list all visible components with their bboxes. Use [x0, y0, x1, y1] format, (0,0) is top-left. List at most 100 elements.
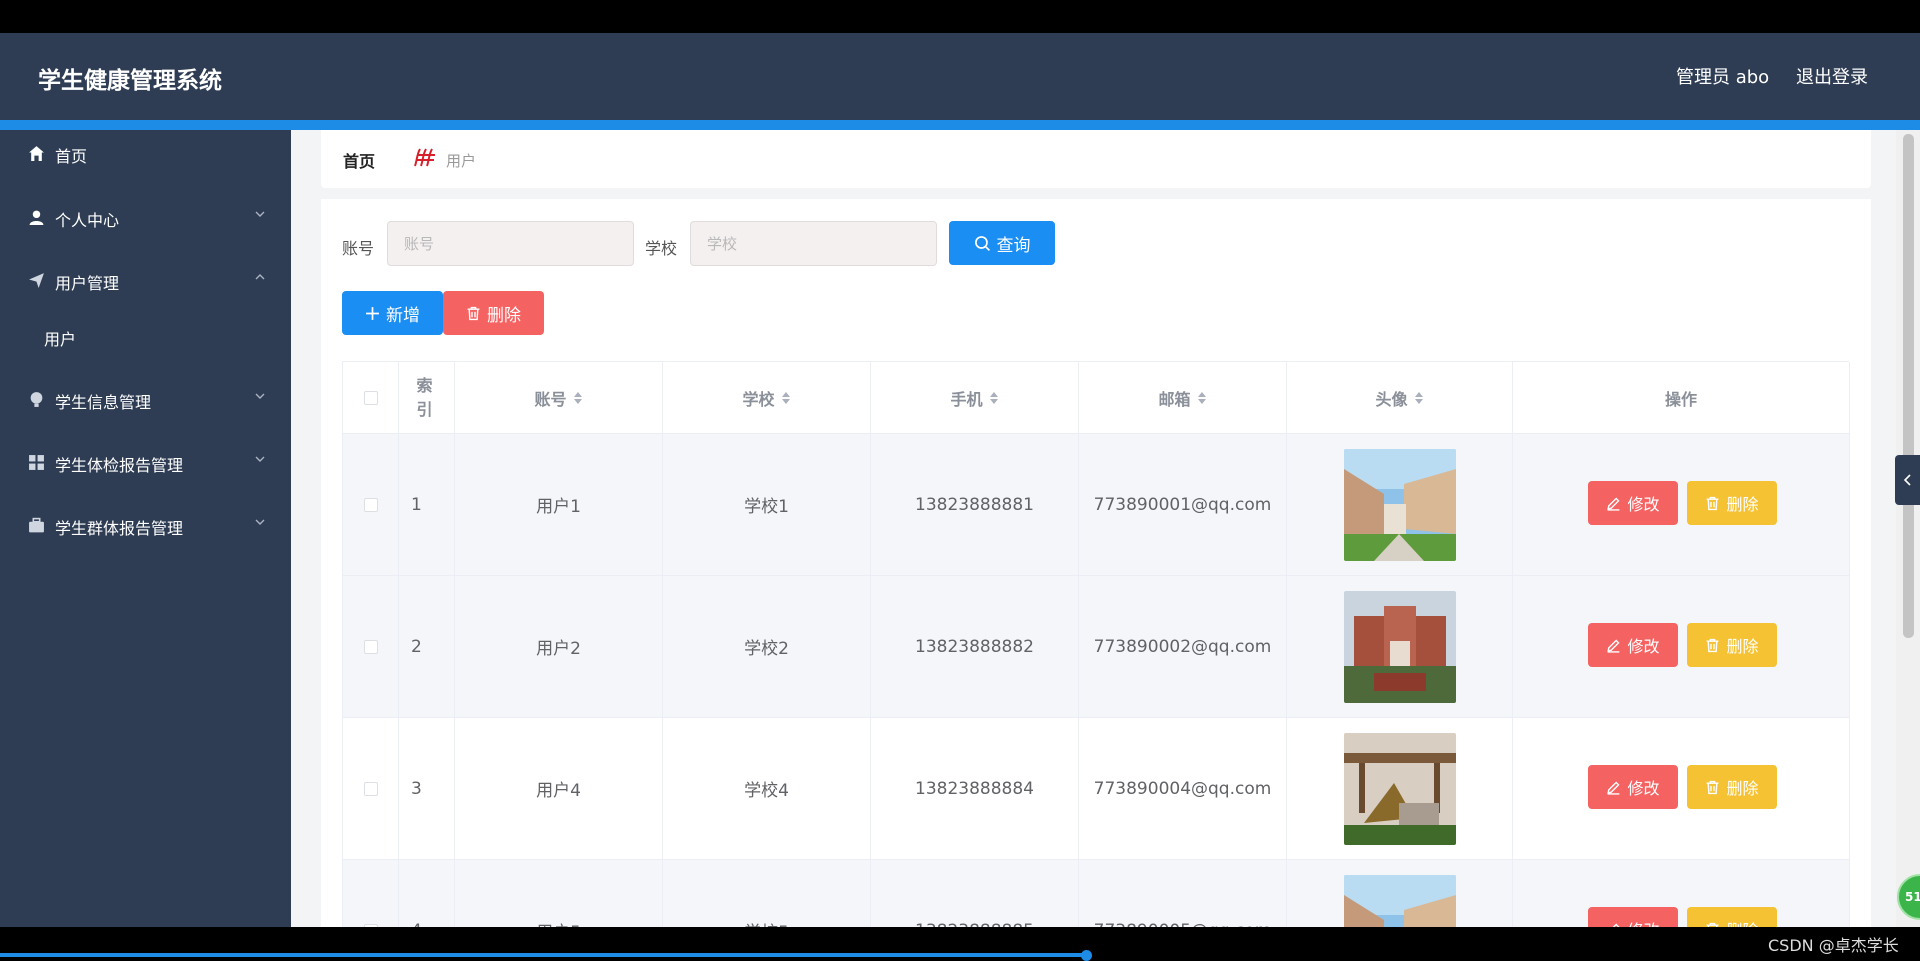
sidebar-item-label: 学生体检报告管理 [55, 456, 184, 475]
edit-button-label: 修改 [1627, 495, 1660, 514]
sort-icon[interactable] [573, 391, 583, 405]
sort-icon[interactable] [1414, 391, 1424, 405]
phone-cell: 13823888882 [871, 576, 1079, 718]
sidebar-item-label: 用户管理 [55, 274, 120, 293]
table-row: 3 用户4 学校4 13823888884 773890004@qq.com 修… [343, 718, 1850, 860]
collapse-panel-tab[interactable] [1895, 455, 1920, 505]
add-button[interactable]: 新增 [342, 291, 443, 335]
header-accent-bar [0, 120, 1920, 130]
breadcrumb: 首页 用户 [321, 130, 1871, 188]
batch-delete-button[interactable]: 删除 [443, 291, 544, 335]
avatar[interactable] [1343, 874, 1456, 928]
edit-button[interactable]: 修改 [1588, 765, 1678, 809]
page-scrollbar-thumb[interactable] [1903, 134, 1914, 638]
edit-button[interactable]: 修改 [1588, 623, 1678, 667]
account-cell: 用户4 [455, 718, 663, 860]
email-cell: 773890005@qq.com [1079, 860, 1287, 927]
chevron-down-icon [255, 211, 265, 217]
school-cell: 学校1 [663, 434, 871, 576]
search-button[interactable]: 查询 [949, 221, 1055, 265]
sidebar-item-label: 学生信息管理 [55, 393, 152, 412]
delete-button-label: 删除 [1726, 637, 1759, 656]
school-input[interactable] [690, 221, 937, 266]
sidebar-item-label: 学生群体报告管理 [55, 519, 184, 538]
sidebar-item-health-report[interactable]: 学生体检报告管理 [0, 439, 291, 489]
sidebar-item-group-report[interactable]: 学生群体报告管理 [0, 502, 291, 552]
school-cell: 学校4 [663, 718, 871, 860]
send-icon [29, 273, 44, 288]
account-label: 账号 [342, 239, 375, 258]
sort-icon[interactable] [1197, 391, 1207, 405]
header-avatar[interactable]: 头像 [1287, 362, 1513, 434]
delete-button[interactable]: 删除 [1687, 765, 1777, 809]
avatar[interactable] [1343, 590, 1456, 703]
video-progress-handle[interactable] [1081, 950, 1092, 961]
account-input[interactable] [387, 221, 634, 266]
grid-icon [29, 455, 44, 470]
app-header: 学生健康管理系统 管理员 abo 退出登录 [0, 33, 1920, 120]
sidebar-item-label: 首页 [55, 147, 88, 166]
add-button-label: 新增 [386, 305, 420, 326]
header-phone[interactable]: 手机 [871, 362, 1079, 434]
sidebar-item-personal-center[interactable]: 个人中心 [0, 194, 291, 244]
video-progress-bar[interactable] [0, 953, 1087, 957]
chevron-down-icon [255, 393, 265, 399]
header-school[interactable]: 学校 [663, 362, 871, 434]
delete-button[interactable]: 删除 [1687, 481, 1777, 525]
row-checkbox[interactable] [363, 639, 378, 654]
trash-icon [1707, 638, 1719, 652]
account-cell: 用户2 [455, 576, 663, 718]
chevron-left-icon [1903, 474, 1911, 486]
chevron-up-icon [255, 274, 265, 280]
breadcrumb-home[interactable]: 首页 [343, 148, 375, 172]
sort-icon[interactable] [989, 391, 999, 405]
trash-icon [1707, 780, 1719, 794]
sidebar-subitem-label: 用户 [44, 330, 77, 349]
header-actions-label: 操作 [1664, 389, 1697, 409]
index-cell: 2 [399, 576, 455, 718]
header-index: 索引 [399, 362, 455, 434]
plus-icon [366, 306, 379, 320]
sidebar-item-student-info[interactable]: 学生信息管理 [0, 376, 291, 426]
edit-button-label: 修改 [1627, 917, 1659, 927]
breadcrumb-separator-icon [414, 148, 435, 167]
avatar[interactable] [1343, 732, 1456, 845]
row-checkbox[interactable] [363, 781, 378, 796]
sidebar-item-home[interactable]: 首页 [0, 130, 291, 180]
avatar-cell [1287, 576, 1513, 718]
edit-button[interactable]: 修改 [1588, 907, 1678, 927]
index-cell: 4 [399, 860, 455, 927]
edit-button-label: 修改 [1627, 779, 1660, 798]
account-cell: 用户1 [455, 434, 663, 576]
row-checkbox[interactable] [363, 497, 378, 512]
logout-link[interactable]: 退出登录 [1796, 63, 1868, 89]
header-phone-label: 手机 [950, 389, 983, 409]
header-account-label: 账号 [534, 389, 567, 409]
search-button-label: 查询 [996, 235, 1031, 256]
sidebar-item-user-management[interactable]: 用户管理 [0, 257, 291, 307]
sidebar-subitem-users[interactable]: 用户 [0, 312, 291, 362]
edit-button[interactable]: 修改 [1588, 481, 1678, 525]
phone-cell: 13823888881 [871, 434, 1079, 576]
edit-icon [1607, 780, 1621, 795]
header-email[interactable]: 邮箱 [1079, 362, 1287, 434]
sort-icon[interactable] [781, 391, 791, 405]
select-all-checkbox[interactable] [363, 390, 378, 405]
avatar[interactable] [1343, 448, 1456, 561]
delete-button[interactable]: 删除 [1687, 907, 1777, 927]
delete-button[interactable]: 删除 [1687, 623, 1777, 667]
email-cell: 773890002@qq.com [1079, 576, 1287, 718]
header-index-label: 索引 [416, 375, 433, 419]
school-cell: 学校2 [663, 576, 871, 718]
delete-button-label: 删除 [1726, 779, 1759, 798]
avatar-cell [1287, 860, 1513, 927]
row-select-cell [343, 718, 399, 860]
actions-cell: 修改 删除 [1513, 576, 1850, 718]
bulb-icon [30, 392, 43, 407]
header-school-label: 学校 [742, 389, 775, 409]
top-black-bar [0, 0, 1920, 33]
header-account[interactable]: 账号 [455, 362, 663, 434]
table-row: 1 用户1 学校1 13823888881 773890001@qq.com 修… [343, 434, 1850, 576]
header-email-label: 邮箱 [1158, 389, 1191, 409]
email-cell: 773890001@qq.com [1079, 434, 1287, 576]
